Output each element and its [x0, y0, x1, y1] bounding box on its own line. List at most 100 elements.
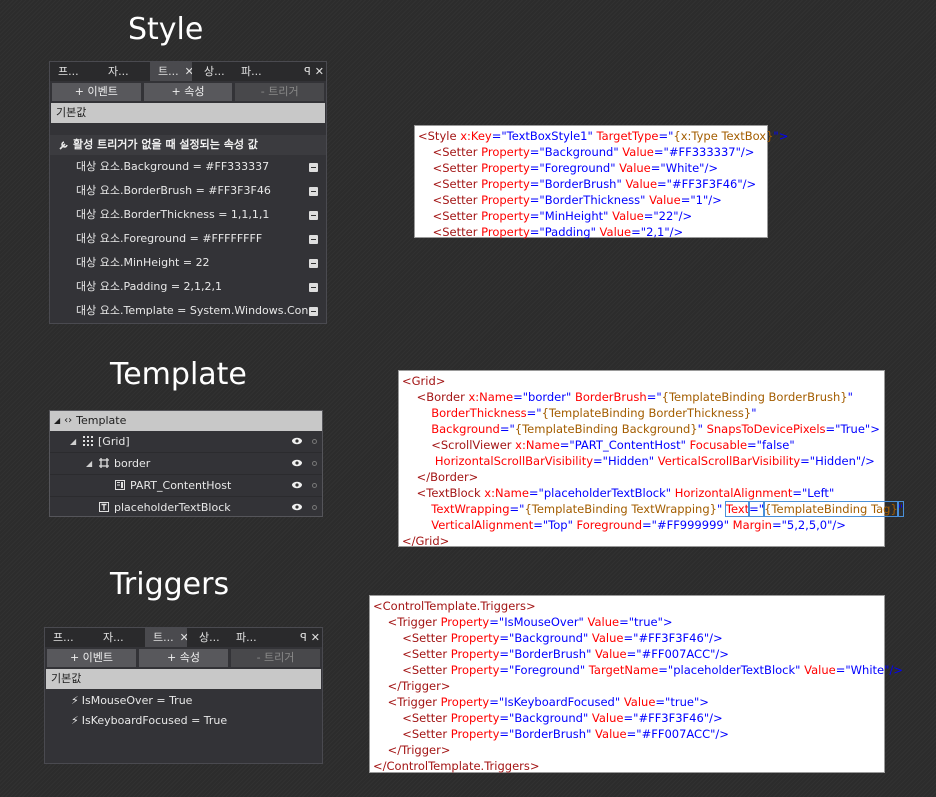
remove-trigger-button[interactable]: - 트리거: [235, 83, 325, 101]
code-token: ": [586, 647, 596, 661]
setter-row[interactable]: 대상 요소.MinHeight = 22: [50, 251, 326, 275]
code-token: =": [509, 502, 525, 516]
code-token: HorizontalAlignment: [674, 486, 793, 500]
trigger-item-ismouseover[interactable]: ⚡ IsMouseOver = True: [45, 691, 322, 711]
lock-toggle-dot[interactable]: [312, 461, 317, 466]
default-trigger-item[interactable]: 기본값: [46, 669, 321, 689]
code-token: BorderBrush: [544, 177, 617, 191]
tab-parts[interactable]: 파...: [228, 628, 267, 647]
remove-trigger-button[interactable]: - 트리거: [231, 649, 320, 667]
remove-setter-icon[interactable]: [309, 211, 318, 220]
code-token: {x:Type TextBox}: [673, 129, 774, 143]
code-token: Value: [625, 177, 658, 191]
style-heading: Style: [128, 12, 204, 47]
code-token: Property: [450, 631, 500, 645]
tree-root-label: Template: [76, 414, 127, 427]
eye-icon[interactable]: [292, 436, 302, 446]
close-icon[interactable]: ✕: [180, 628, 187, 647]
collapse-arrow-icon[interactable]: ◢: [70, 431, 76, 452]
code-token: <Setter: [418, 177, 482, 191]
setter-label: 대상 요소.MinHeight = 22: [76, 256, 210, 269]
trigger-item-iskeyboardfocused[interactable]: ⚡ IsKeyboardFocused = True: [45, 711, 322, 731]
setter-row[interactable]: 대상 요소.BorderThickness = 1,1,1,1: [50, 203, 326, 227]
triggers-heading: Triggers: [110, 567, 230, 602]
remove-setter-icon[interactable]: [309, 187, 318, 196]
tree-item-placeholder-textblock[interactable]: placeholderTextBlock: [50, 497, 322, 518]
code-token: Left: [807, 486, 829, 500]
setter-row[interactable]: 대상 요소.Padding = 2,1,2,1: [50, 275, 326, 299]
template-code-icon: ‹›: [64, 415, 73, 426]
code-token: Property: [481, 177, 530, 191]
code-token: Property: [450, 711, 500, 725]
setter-row[interactable]: 대상 요소.Background = #FF333337: [50, 155, 326, 179]
code-token: Value: [591, 631, 624, 645]
tab-parts[interactable]: 파...: [233, 62, 272, 81]
code-line: <Trigger Property="IsKeyboardFocused" Va…: [373, 694, 881, 710]
code-token: <Setter: [418, 145, 482, 159]
code-token: =": [631, 225, 647, 239]
code-token: =": [529, 161, 545, 175]
lock-toggle-dot[interactable]: [312, 483, 317, 488]
tree-item-part-contenthost[interactable]: PART_ContentHost: [50, 475, 322, 497]
tree-root-row[interactable]: ◢ ‹› Template: [50, 411, 322, 431]
pin-icon[interactable]: ꟼ: [300, 631, 307, 644]
code-token: Background: [514, 711, 583, 725]
code-token: Padding: [544, 225, 591, 239]
lock-toggle-dot[interactable]: [312, 505, 317, 510]
eye-icon[interactable]: [292, 502, 302, 512]
add-property-button[interactable]: + 속성: [143, 83, 233, 101]
close-icon[interactable]: ✕: [185, 62, 192, 81]
code-token: <Setter: [418, 225, 482, 239]
code-token: Foreground: [514, 663, 580, 677]
code-token: "/>: [735, 145, 755, 159]
code-token: =": [748, 501, 766, 517]
add-property-button[interactable]: + 속성: [139, 649, 228, 667]
collapse-arrow-icon[interactable]: ◢: [54, 411, 60, 431]
code-token: <Setter: [418, 161, 482, 175]
setter-row[interactable]: 대상 요소.Template = System.Windows.Con...: [50, 299, 326, 323]
tab-states[interactable]: 상...: [191, 628, 230, 647]
code-token: placeholderTextBlock: [543, 486, 666, 500]
pin-icon[interactable]: ꟼ: [304, 65, 311, 78]
lock-toggle-dot[interactable]: [312, 439, 317, 444]
remove-setter-icon[interactable]: [309, 283, 318, 292]
code-token: <Setter: [373, 663, 451, 677]
tab-properties[interactable]: 프...: [50, 62, 89, 81]
setter-row[interactable]: 대상 요소.Foreground = #FFFFFFFF: [50, 227, 326, 251]
template-object-tree: ◢ ‹› Template ◢ [Grid] ◢ border PART_Con…: [49, 410, 323, 517]
remove-setter-icon[interactable]: [309, 307, 318, 316]
tree-item-border[interactable]: ◢ border: [50, 453, 322, 475]
code-token: ">: [864, 422, 880, 436]
collapse-arrow-icon[interactable]: ◢: [86, 453, 92, 474]
add-event-button[interactable]: + 이벤트: [47, 649, 136, 667]
code-token: "/>: [855, 454, 875, 468]
tab-states[interactable]: 상...: [196, 62, 235, 81]
code-line: <Setter Property="Background" Value="#FF…: [418, 144, 764, 160]
code-token: {TemplateBinding Background}: [514, 422, 698, 436]
tab-triggers[interactable]: 트... ✕: [145, 628, 187, 647]
code-token: ": [716, 502, 726, 516]
close-panel-icon[interactable]: ✕: [311, 631, 320, 644]
setter-row[interactable]: 대상 요소.BorderBrush = #FF3F3F46: [50, 179, 326, 203]
remove-setter-icon[interactable]: [309, 163, 318, 172]
close-panel-icon[interactable]: ✕: [315, 65, 324, 78]
code-token: ": [751, 406, 757, 420]
code-token: ": [828, 486, 835, 500]
tab-resources[interactable]: 자...: [95, 628, 134, 647]
remove-setter-icon[interactable]: [309, 235, 318, 244]
default-trigger-item[interactable]: 기본값: [51, 103, 325, 123]
code-token: ": [582, 711, 592, 725]
code-token: <Setter: [373, 631, 451, 645]
code-token: Value: [599, 225, 632, 239]
code-token: {TemplateBinding BorderThickness}: [541, 406, 752, 420]
code-token: =": [626, 727, 642, 741]
eye-icon[interactable]: [292, 480, 302, 490]
tab-triggers[interactable]: 트... ✕: [150, 62, 192, 81]
panel-tab-strip: 프... 자... 트... ✕ 상... 파... ꟼ ✕: [50, 62, 326, 81]
eye-icon[interactable]: [292, 458, 302, 468]
remove-setter-icon[interactable]: [309, 259, 318, 268]
add-event-button[interactable]: + 이벤트: [52, 83, 141, 101]
tree-item-grid[interactable]: ◢ [Grid]: [50, 431, 322, 453]
tab-properties[interactable]: 프...: [45, 628, 84, 647]
tab-resources[interactable]: 자...: [100, 62, 139, 81]
